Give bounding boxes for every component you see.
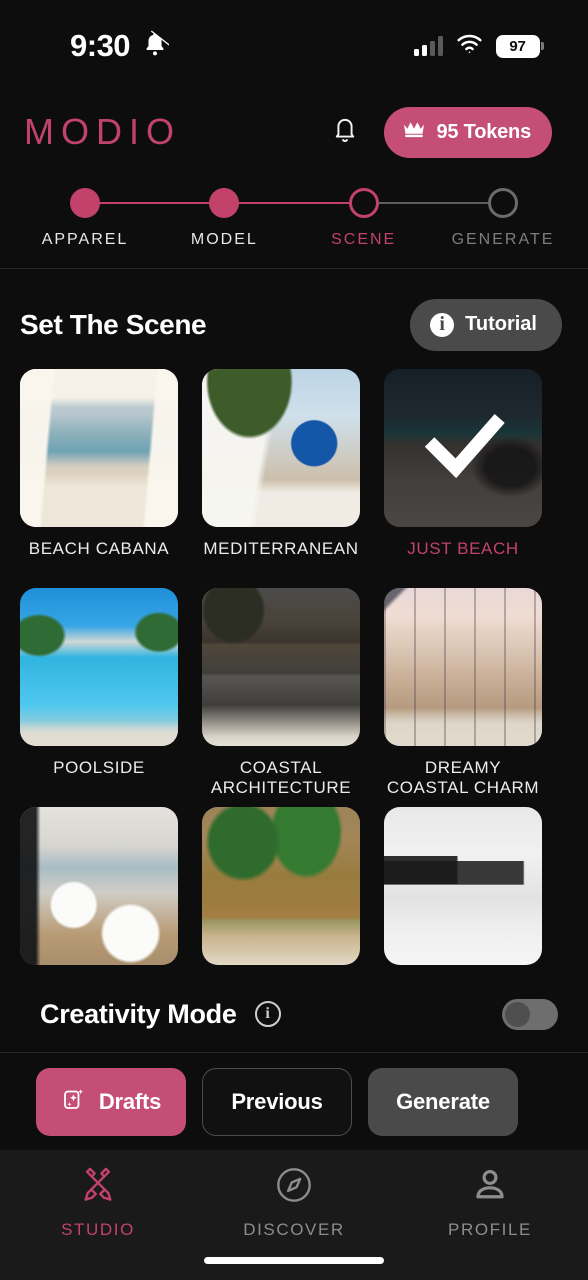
status-bar-right: 97 [413, 34, 544, 59]
stepper-dot-apparel[interactable] [70, 188, 100, 218]
tab-profile[interactable]: PROFILE [392, 1164, 588, 1280]
scene-label: DREAMY COASTAL CHARM [386, 757, 540, 798]
scene-card[interactable]: COASTAL ARCHITECTURE [202, 587, 360, 802]
scene-image [384, 587, 542, 746]
header-actions: 95 Tokens [328, 106, 552, 158]
wifi-icon [456, 34, 483, 59]
stepper-track [70, 184, 518, 222]
home-indicator[interactable] [204, 1257, 384, 1264]
info-icon: i [430, 312, 455, 337]
scene-card[interactable] [384, 806, 542, 965]
crown-icon [402, 120, 426, 145]
checkmark-icon [420, 402, 506, 493]
app-screen: 9:30 97 MODIO 95 Tokens APPAREL MODEL SC… [0, 0, 588, 1280]
scene-image [384, 806, 542, 965]
scene-thumbnail[interactable] [20, 587, 178, 746]
scene-card[interactable] [20, 806, 178, 965]
drafts-label: Drafts [98, 1088, 162, 1114]
tutorial-label: Tutorial [465, 313, 537, 336]
scene-label: JUST BEACH [407, 538, 519, 558]
app-header: MODIO 95 Tokens [0, 92, 588, 172]
section-header: Set The Scene i Tutorial [0, 269, 588, 369]
generate-button[interactable]: Generate [368, 1067, 518, 1136]
cellular-signal-icon [413, 36, 443, 56]
scene-card-selected[interactable]: JUST BEACH [384, 368, 542, 583]
app-logo: MODIO [24, 111, 181, 152]
scene-image [202, 806, 360, 965]
scene-label: BEACH CABANA [28, 538, 170, 558]
battery-tip [541, 42, 544, 50]
status-bar-clock: 9:30 [70, 28, 131, 63]
battery-level: 97 [495, 34, 540, 58]
scene-label: POOLSIDE [53, 757, 145, 777]
stepper-labels: APPAREL MODEL SCENE GENERATE [26, 231, 562, 249]
scene-thumbnail[interactable] [202, 368, 360, 527]
progress-stepper: APPAREL MODEL SCENE GENERATE [0, 172, 588, 268]
tab-studio-label: STUDIO [61, 1220, 135, 1239]
tab-profile-label: PROFILE [448, 1220, 532, 1239]
bell-slash-icon [141, 28, 171, 63]
scene-grid: BEACH CABANA MEDITERRANEAN JUST BEACH PO… [0, 368, 588, 965]
brush-pen-cross-icon [77, 1164, 119, 1211]
creativity-mode-left: Creativity Mode i [40, 999, 281, 1030]
generate-label: Generate [396, 1088, 490, 1114]
previous-label: Previous [231, 1088, 323, 1114]
selected-overlay [384, 368, 542, 527]
tokens-button[interactable]: 95 Tokens [384, 106, 552, 158]
scene-image [20, 806, 178, 965]
scene-image [20, 587, 178, 746]
stepper-label-apparel[interactable]: APPAREL [26, 231, 144, 249]
tutorial-button[interactable]: i Tutorial [410, 298, 562, 351]
creativity-mode-label: Creativity Mode [40, 998, 237, 1029]
tab-discover-label: DISCOVER [243, 1220, 345, 1239]
sparkle-frame-icon [61, 1086, 87, 1118]
stepper-label-generate[interactable]: GENERATE [444, 231, 562, 249]
scene-thumbnail[interactable] [384, 587, 542, 746]
previous-button[interactable]: Previous [202, 1067, 352, 1136]
scene-card[interactable]: DREAMY COASTAL CHARM [384, 587, 542, 802]
creativity-mode-toggle[interactable] [502, 998, 558, 1030]
stepper-label-model[interactable]: MODEL [165, 231, 283, 249]
notifications-button[interactable] [328, 113, 362, 151]
status-bar: 9:30 97 [0, 0, 588, 92]
stepper-dot-generate[interactable] [487, 188, 518, 218]
scene-image [202, 368, 360, 527]
scene-label: MEDITERRANEAN [203, 538, 359, 558]
scene-card[interactable] [202, 806, 360, 965]
compass-icon [273, 1164, 315, 1211]
stepper-dots [70, 188, 518, 218]
stepper-label-scene[interactable]: SCENE [305, 231, 423, 249]
scene-image [202, 587, 360, 746]
scene-thumbnail[interactable] [202, 806, 360, 965]
scene-thumbnail[interactable] [384, 368, 542, 527]
bell-icon [331, 115, 359, 150]
page-title: Set The Scene [20, 308, 207, 340]
creativity-mode-row: Creativity Mode i [0, 965, 588, 1052]
scene-thumbnail[interactable] [384, 806, 542, 965]
scene-thumbnail[interactable] [202, 587, 360, 746]
stepper-dot-model[interactable] [209, 188, 240, 218]
battery-indicator: 97 [495, 34, 544, 58]
scene-card[interactable]: BEACH CABANA [20, 368, 178, 583]
scene-scroll-area[interactable]: Set The Scene i Tutorial BEACH CABANA ME… [0, 269, 588, 1052]
scene-card[interactable]: POOLSIDE [20, 587, 178, 802]
stepper-dot-scene[interactable] [348, 188, 379, 218]
action-bar: Drafts Previous Generate [0, 1052, 588, 1150]
scene-card[interactable]: MEDITERRANEAN [202, 368, 360, 583]
scene-thumbnail[interactable] [20, 368, 178, 527]
info-outline-icon[interactable]: i [254, 1001, 281, 1028]
person-icon [469, 1164, 511, 1211]
tokens-label: 95 Tokens [436, 120, 531, 143]
scene-thumbnail[interactable] [20, 806, 178, 965]
scene-image [20, 368, 178, 527]
status-bar-left: 9:30 [70, 28, 171, 64]
drafts-button[interactable]: Drafts [36, 1067, 186, 1136]
tab-studio[interactable]: STUDIO [0, 1164, 196, 1280]
scene-label: COASTAL ARCHITECTURE [210, 757, 352, 798]
